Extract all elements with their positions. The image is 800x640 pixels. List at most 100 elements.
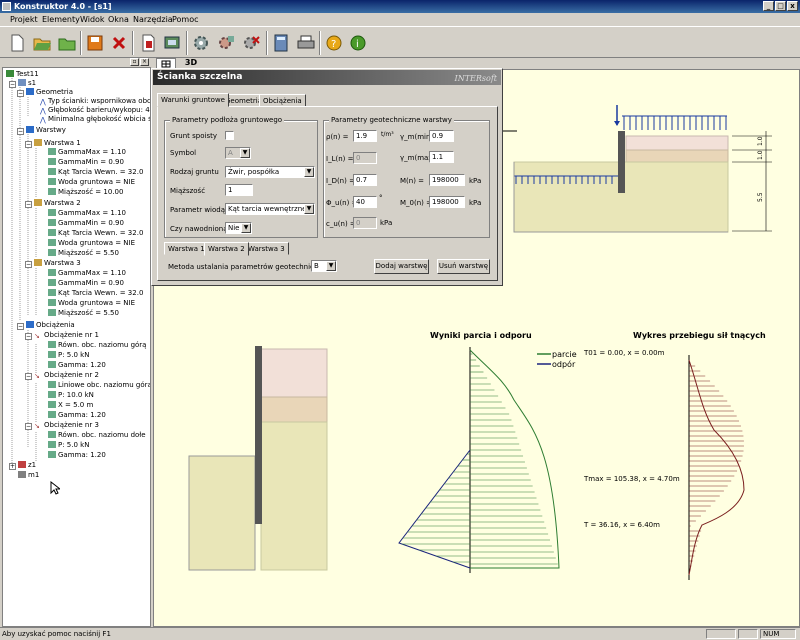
tree-expander[interactable]: − — [25, 261, 32, 268]
tree-leaf[interactable]: Kąt Tarcia Wewn. = 32.0 — [48, 289, 143, 298]
metoda-select[interactable]: B ▼ — [311, 260, 337, 272]
tree-item-warstwy[interactable]: Warstwy — [26, 126, 66, 135]
add-layer-button[interactable]: Dodaj warstwę — [374, 259, 429, 274]
symbol-select[interactable]: A ▼ — [225, 147, 251, 159]
tree-item-geometria[interactable]: Geometria — [26, 88, 73, 97]
menu-widok[interactable]: Widok — [80, 14, 105, 25]
delete-gear-icon[interactable] — [240, 32, 262, 54]
printer-icon[interactable] — [295, 32, 317, 54]
open-folder-icon[interactable] — [56, 32, 78, 54]
info-icon[interactable]: i — [347, 32, 369, 54]
copy-gear-icon[interactable] — [215, 32, 237, 54]
tree-expander[interactable]: − — [25, 373, 32, 380]
tree-leaf[interactable]: ⋀ Minimalna głębokość wbicia ś — [40, 115, 150, 124]
calculator-icon[interactable] — [270, 32, 292, 54]
tree-leaf[interactable]: Liniowe obc. naziomu góra — [48, 381, 150, 390]
tree-expander[interactable]: − — [25, 141, 32, 148]
close-button[interactable]: x — [787, 1, 798, 11]
delete-icon[interactable] — [108, 32, 130, 54]
menu-pomoc[interactable]: Pomoc — [172, 14, 199, 25]
help-icon[interactable]: ? — [323, 32, 345, 54]
menu-elementy[interactable]: Elementy — [42, 14, 80, 25]
tree-item-load-1[interactable]: ↘ Obciążenie nr 1 — [34, 331, 99, 340]
tree-leaf[interactable]: GammaMin = 0.90 — [48, 219, 124, 228]
tree-leaf[interactable]: P: 10.0 kN — [48, 391, 94, 400]
export-icon[interactable] — [137, 32, 159, 54]
dialog-title-bar[interactable]: Ścianka szczelna INTERsoft — [153, 70, 501, 85]
rho-input[interactable]: 1.9 — [353, 130, 377, 142]
minimize-button[interactable]: _ — [763, 1, 774, 11]
tree-item-load-3[interactable]: ↘ Obciążenie nr 3 — [34, 421, 99, 430]
nawodniona-select[interactable]: Nie ▼ — [225, 222, 252, 234]
open-icon[interactable] — [31, 32, 53, 54]
rodzaj-gruntu-select[interactable]: Żwir, pospółka ▼ — [225, 166, 315, 178]
tree-leaf[interactable]: Miąższość = 10.00 — [48, 188, 123, 197]
menu-okna[interactable]: Okna — [108, 14, 129, 25]
tree-leaf[interactable]: GammaMin = 0.90 — [48, 158, 124, 167]
tree-leaf[interactable]: Gamma: 1.20 — [48, 361, 106, 370]
gamma-max-input[interactable]: 1.1 — [429, 151, 454, 163]
tree-item-layer-2[interactable]: Warstwa 2 — [34, 199, 81, 208]
tree-leaf[interactable]: Gamma: 1.20 — [48, 411, 106, 420]
tree-leaf[interactable]: Równ. obc. naziomu górą — [48, 341, 146, 350]
tree-expander[interactable]: − — [9, 81, 16, 88]
m0-input[interactable]: 198000 — [429, 196, 465, 208]
panel-close-icon[interactable]: × — [140, 58, 149, 66]
tree-expander[interactable]: + — [9, 463, 16, 470]
il-input[interactable]: 0 — [353, 152, 377, 164]
tree-item-load-2[interactable]: ↘ Obciążenie nr 2 — [34, 371, 99, 380]
tab-warunki-gruntowe[interactable]: Warunki gruntowe — [157, 93, 229, 107]
maximize-button[interactable]: □ — [775, 1, 786, 11]
tree-leaf[interactable]: Miąższość = 5.50 — [48, 249, 119, 258]
parametr-wiodacy-select[interactable]: Kąt tarcia wewnętrznego ▼ — [225, 203, 315, 215]
tree-leaf[interactable]: GammaMax = 1.10 — [48, 209, 126, 218]
tree-leaf[interactable]: P: 5.0 kN — [48, 441, 89, 450]
tree-leaf[interactable]: ⋀ Głębokość barieru/wykopu: 4 — [40, 106, 150, 115]
cu-input[interactable]: 0 — [353, 217, 377, 229]
menu-narzedzia[interactable]: Narzędzia — [133, 14, 173, 25]
tree-expander[interactable]: − — [17, 128, 24, 135]
tree-expander[interactable]: − — [17, 90, 24, 97]
save-icon[interactable] — [84, 32, 106, 54]
tree-leaf[interactable]: GammaMax = 1.10 — [48, 269, 126, 278]
tree-leaf[interactable]: X = 5.0 m — [48, 401, 93, 410]
tree-item-layer-1[interactable]: Warstwa 1 — [34, 139, 81, 148]
tree-item-m1[interactable]: m1 — [18, 471, 39, 480]
tree-leaf[interactable]: Miąższość = 5.50 — [48, 309, 119, 318]
tree-leaf[interactable]: Woda gruntowa = NIE — [48, 178, 135, 187]
tree-expander[interactable]: − — [25, 423, 32, 430]
tab-layer-3[interactable]: Warstwa 3 — [244, 242, 289, 255]
tab-layer-2[interactable]: Warstwa 2 — [204, 242, 249, 256]
tree-leaf[interactable]: Gamma: 1.20 — [48, 451, 106, 460]
tree-leaf[interactable]: Woda gruntowa = NIE — [48, 239, 135, 248]
tree-root[interactable]: Test11 — [6, 70, 39, 79]
new-icon[interactable] — [6, 32, 28, 54]
grunt-spoisty-checkbox[interactable] — [225, 131, 234, 140]
gamma-min-input[interactable]: 0.9 — [429, 130, 454, 142]
panel-pin-icon[interactable]: ▫ — [130, 58, 139, 66]
tree-leaf[interactable]: GammaMax = 1.10 — [48, 148, 126, 157]
print-preview-icon[interactable] — [162, 32, 184, 54]
tree-leaf[interactable]: P: 5.0 kN — [48, 351, 89, 360]
phi-input[interactable]: 40 — [353, 196, 377, 208]
tree-expander[interactable]: − — [25, 333, 32, 340]
tree-leaf[interactable]: Kąt Tarcia Wewn. = 32.0 — [48, 168, 143, 177]
tree-leaf[interactable]: GammaMin = 0.90 — [48, 279, 124, 288]
tree-expander[interactable]: − — [17, 323, 24, 330]
id-input[interactable]: 0.7 — [353, 174, 377, 186]
miazszosc-input[interactable]: 1 — [225, 184, 253, 196]
m-input[interactable]: 198000 — [429, 174, 465, 186]
menu-projekt[interactable]: Projekt — [10, 14, 38, 25]
tree-leaf[interactable]: Równ. obc. naziomu dołe — [48, 431, 146, 440]
tree-leaf[interactable]: ⋀ Typ ścianki: wspornikowa obc — [40, 97, 150, 106]
tree-leaf[interactable]: Woda gruntowa = NIE — [48, 299, 135, 308]
tree-leaf[interactable]: Kąt Tarcia Wewn. = 32.0 — [48, 229, 143, 238]
tree-item-obciazenia[interactable]: Obciążenia — [26, 321, 75, 330]
tree-item-s1[interactable]: s1 — [18, 79, 36, 88]
tree-expander[interactable]: − — [25, 201, 32, 208]
tree-item-z1[interactable]: z1 — [18, 461, 36, 470]
tree-item-layer-3[interactable]: Warstwa 3 — [34, 259, 81, 268]
settings-gear-icon[interactable] — [190, 32, 212, 54]
tab-layer-1[interactable]: Warstwa 1 — [164, 242, 209, 255]
remove-layer-button[interactable]: Usuń warstwę — [437, 259, 490, 274]
